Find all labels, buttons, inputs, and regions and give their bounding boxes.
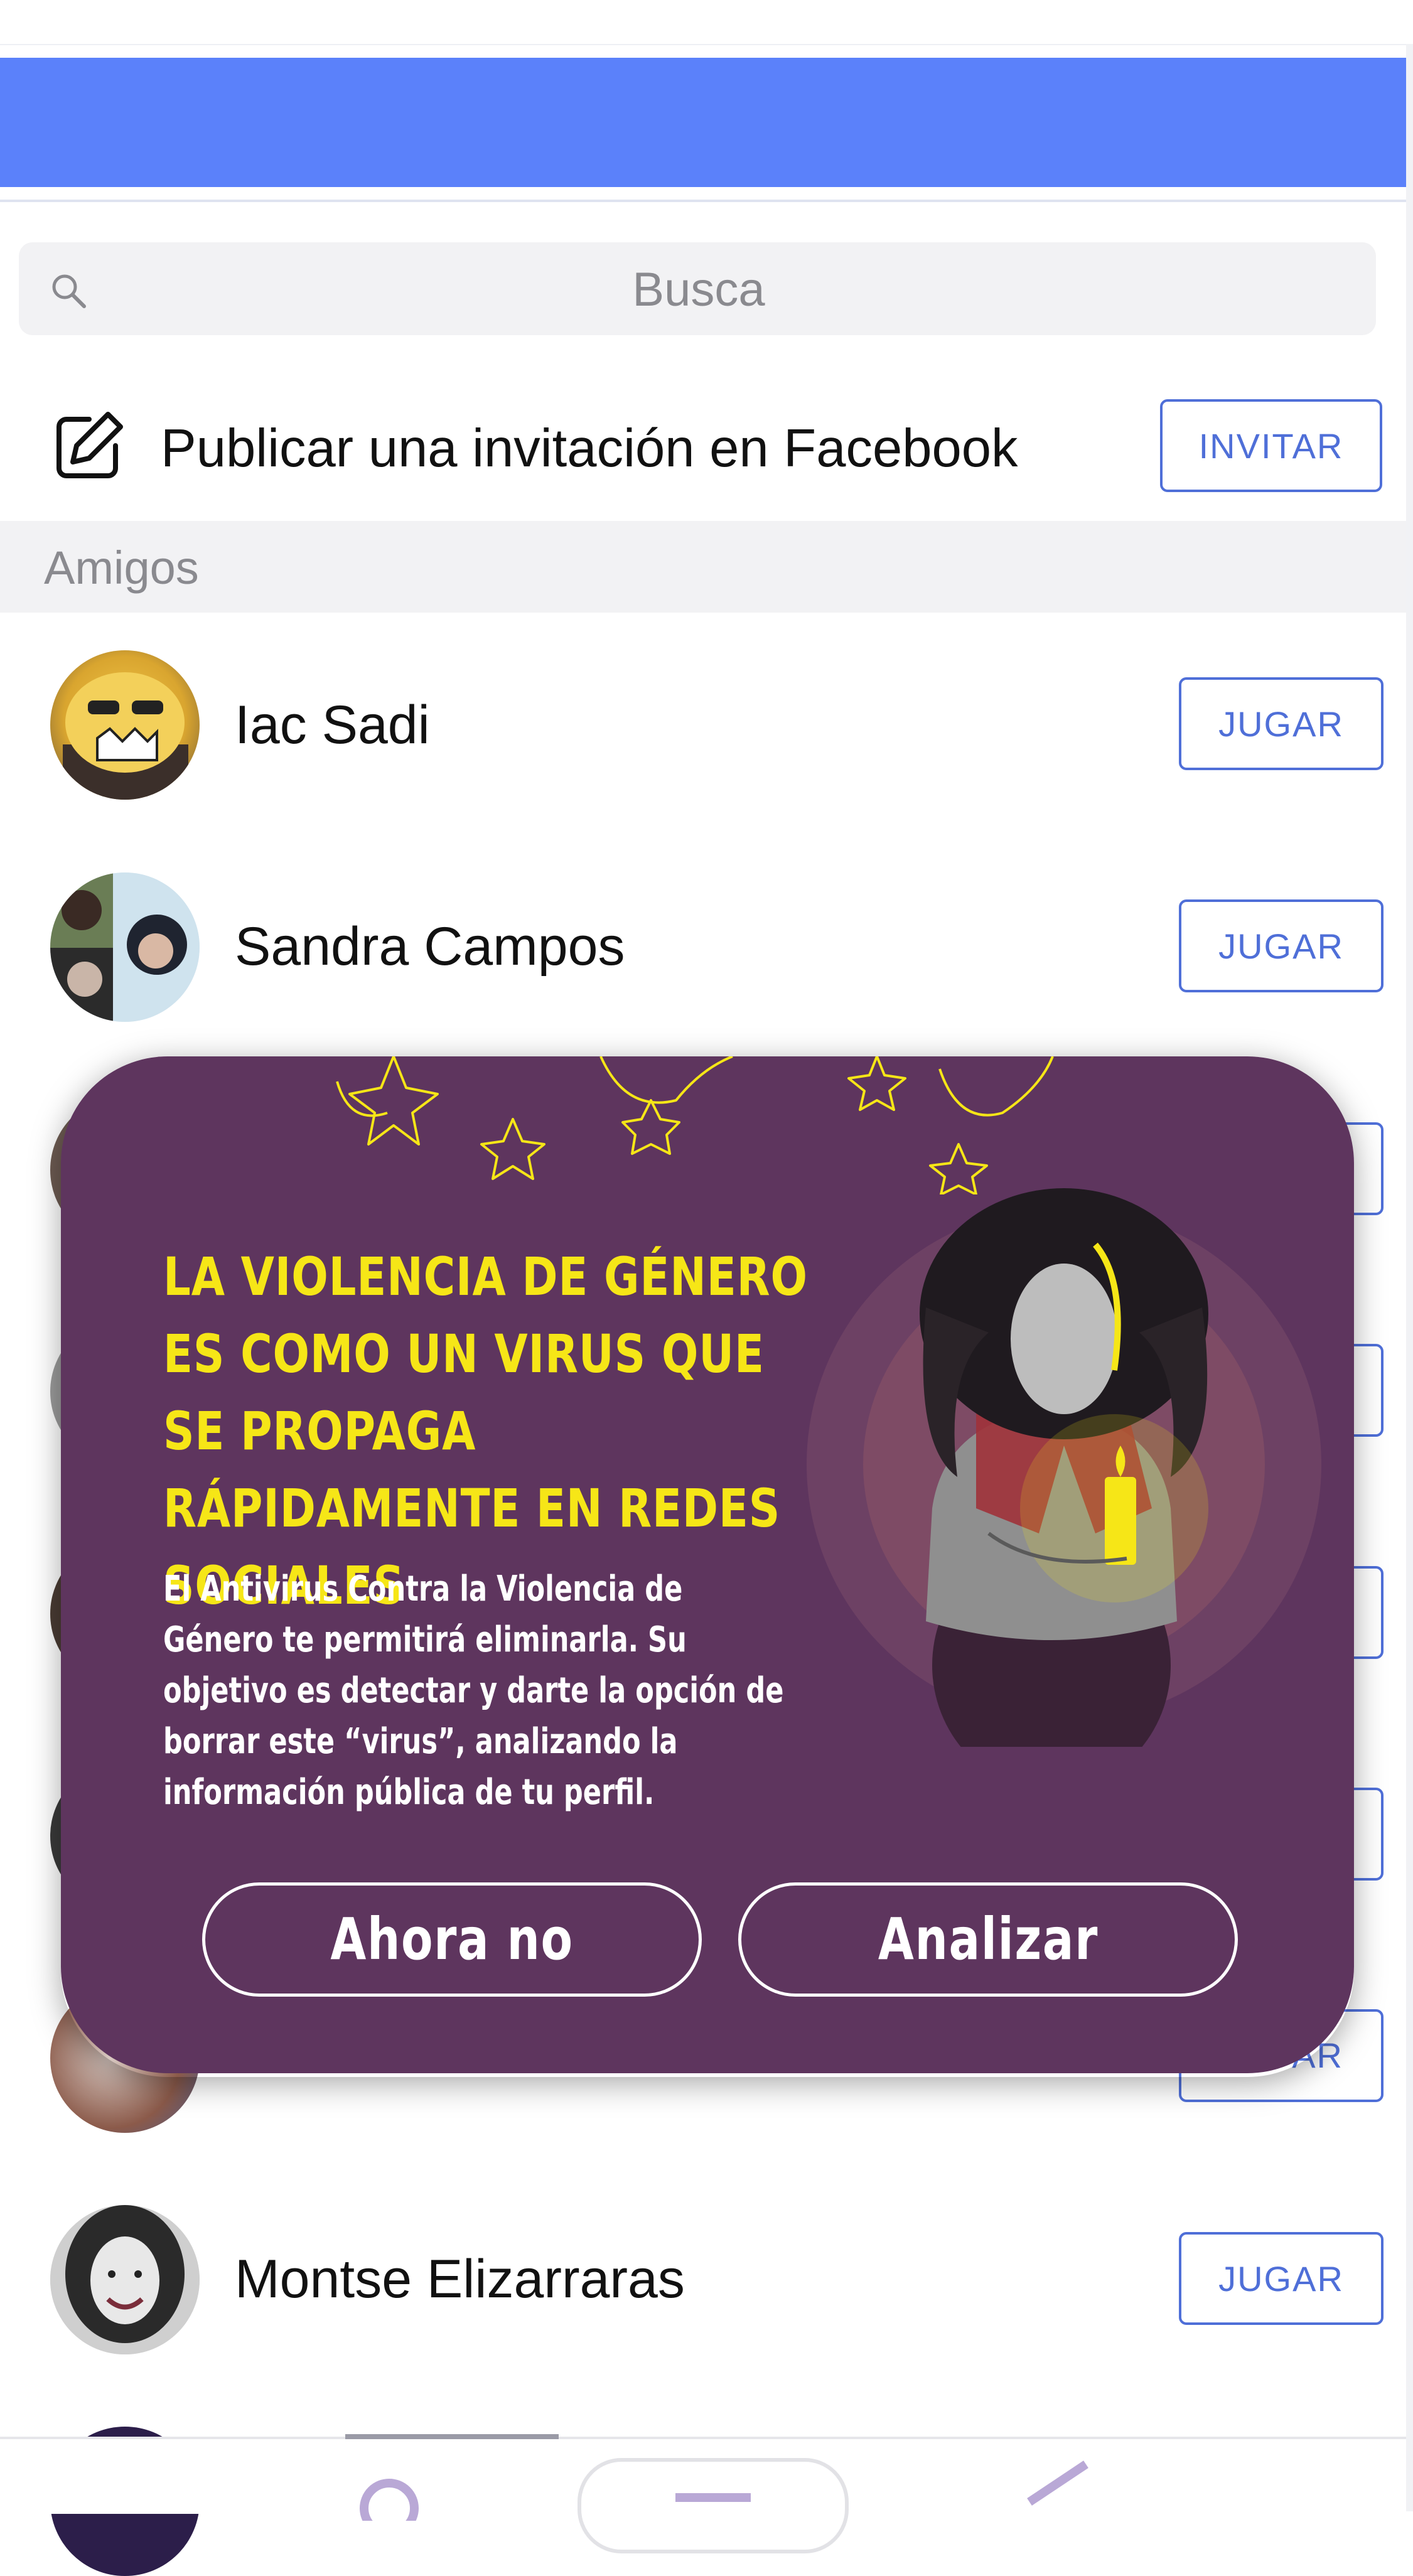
avatar — [50, 2205, 200, 2354]
menu-icon — [675, 2493, 751, 2502]
analyze-label: Analizar — [878, 1906, 1099, 1973]
header-bar — [0, 58, 1406, 187]
play-button[interactable]: JUGAR — [1179, 677, 1383, 770]
decorative-stars-icon — [336, 1056, 1054, 1194]
avatar — [50, 872, 200, 1022]
woman-with-candle-illustration — [807, 1188, 1321, 1747]
avatar — [50, 650, 200, 800]
not-now-button[interactable]: Ahora no — [202, 1882, 702, 1997]
analyze-button[interactable]: Analizar — [738, 1882, 1238, 1997]
post-invite-label: Publicar una invitación en Facebook — [161, 419, 1018, 478]
header-divider — [0, 200, 1406, 202]
antivirus-modal: LA VIOLENCIA DE GÉNERO ES COMO UN VIRUS … — [61, 1056, 1354, 2073]
scroll-edge — [1406, 44, 1413, 2511]
compose-icon — [56, 412, 123, 478]
search-input[interactable] — [19, 242, 1378, 336]
not-now-label: Ahora no — [330, 1906, 574, 1973]
section-title: Amigos — [44, 542, 199, 594]
play-button[interactable]: JUGAR — [1179, 2232, 1383, 2325]
home-nav-button[interactable] — [578, 2458, 849, 2553]
search-nav-icon[interactable] — [352, 2471, 427, 2521]
bottom-navigation — [0, 2434, 1406, 2553]
check-nav-icon[interactable] — [1017, 2458, 1092, 2514]
friend-name: Iac Sadi — [235, 695, 430, 755]
status-area — [0, 0, 1413, 45]
play-button[interactable]: JUGAR — [1179, 899, 1383, 992]
friend-name: Sandra Campos — [235, 916, 625, 977]
invite-button[interactable]: INVITAR — [1160, 399, 1382, 492]
section-header — [0, 521, 1406, 613]
friend-name: Montse Elizarraras — [235, 2249, 685, 2309]
nav-indicator — [345, 2434, 559, 2439]
modal-description: El Antivirus Contra la Violencia de Géne… — [163, 1569, 784, 1813]
